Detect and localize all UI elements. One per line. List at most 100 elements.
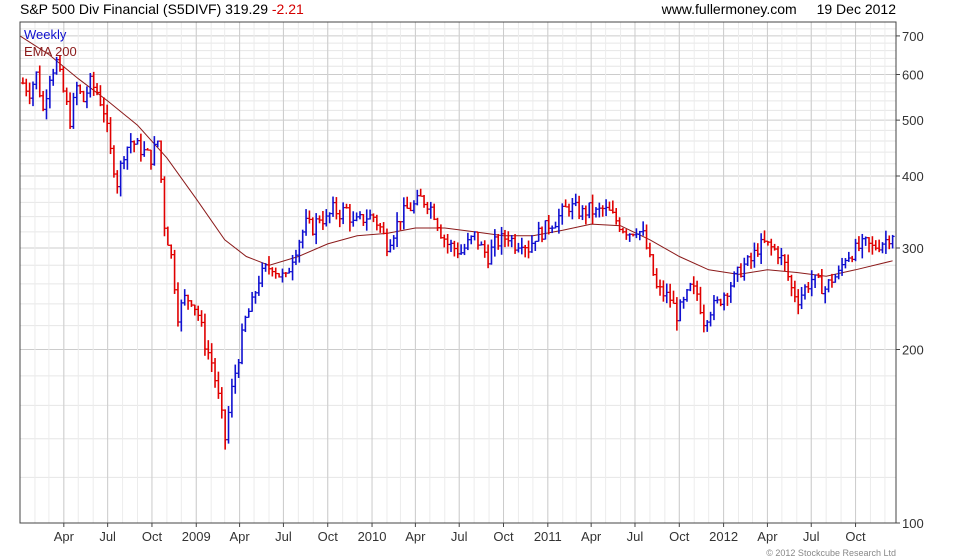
ohlc-bar [587,202,592,219]
x-tick-label: Oct [493,529,514,544]
ohlc-bar [91,71,96,96]
ohlc-bar [435,217,440,231]
ohlc-bar [573,193,578,207]
ohlc-bar [115,170,120,194]
ohlc-bar [779,247,784,266]
legend-weekly: Weekly [24,27,67,42]
ohlc-bar [789,274,794,297]
ohlc-bar [314,213,319,245]
ohlc-bar [843,258,848,269]
x-tick-label: Oct [669,529,690,544]
x-tick-label: Jul [803,529,820,544]
ohlc-bar [475,231,480,250]
x-tick-label: Jul [275,529,292,544]
ohlc-bar [78,84,83,94]
x-tick-label: Jul [451,529,468,544]
ohlc-bar [361,214,366,226]
ohlc-bar [169,244,174,259]
ohlc-bar [250,291,255,312]
ohlc-bar [196,305,201,321]
x-tick-label: 2009 [182,529,211,544]
x-tick-label: 2012 [709,529,738,544]
ohlc-bar [84,86,89,109]
ohlc-bar [752,242,757,268]
ohlc-bar [357,211,362,220]
ohlc-bar [698,286,703,315]
x-tick-label: Apr [229,529,250,544]
x-tick-label: Apr [54,529,75,544]
x-tick-label: Oct [845,529,866,544]
ohlc-bar [395,212,400,248]
x-tick-label: 2011 [534,529,562,544]
ohlc-bar [172,249,177,294]
x-tick-label: Apr [581,529,602,544]
y-tick-label: 700 [902,29,924,44]
ohlc-bar [432,203,437,221]
ohlc-bar [641,221,646,236]
ohlc-bar [105,104,110,133]
ohlc-bar [381,222,386,235]
ohlc-bar [691,276,696,295]
ohlc-bar [553,221,558,229]
ohlc-bar [61,66,66,93]
ohlc-bar [819,268,824,295]
ohlc-bar [580,205,585,221]
ohlc-bar [654,268,659,289]
ohlc-bar [31,81,36,107]
ohlc-bar [776,246,781,265]
ohlc-bar [111,145,116,178]
ohlc-bar [519,237,524,255]
ohlc-bar [533,240,538,251]
ohlc-bar [759,233,764,264]
y-tick-label: 200 [902,342,924,357]
ohlc-bar [24,78,29,97]
y-tick-label: 500 [902,113,924,128]
y-tick-label: 100 [902,516,924,531]
ohlc-bar [162,176,167,237]
ohlc-bar [246,308,251,318]
ohlc-bar [364,209,369,231]
ohlc-bar [256,275,261,296]
ohlc-bar [44,89,49,120]
ohlc-bar [860,233,865,259]
ohlc-bar [341,202,346,225]
ohlc-bar [664,283,669,304]
ohlc-bar [182,289,187,306]
ohlc-bar [219,387,224,419]
ohlc-bar [829,273,834,288]
ohlc-bar [223,409,228,450]
grid [20,22,896,524]
ohlc-bar [132,140,137,153]
ohlc-bar [233,364,238,394]
ohlc-bar [138,133,143,162]
ohlc-bar [320,211,325,230]
ohlc-bar [873,240,878,251]
ohlc-bar [398,220,403,231]
ohlc-bar [506,231,511,247]
ohlc-bar [567,203,572,217]
x-tick-label: Apr [405,529,426,544]
ohlc-bar [64,87,69,106]
ohlc-bar [833,274,838,283]
ohlc-bar [846,251,851,262]
ohlc-bar [415,189,420,206]
ohlc-bar [98,85,103,107]
x-tick-label: Apr [757,529,778,544]
ohlc-bar [671,290,676,305]
ohlc-bar [226,406,231,444]
y-tick-label: 600 [902,67,924,82]
ohlc-bar [728,281,733,303]
ohlc-bar [489,239,494,265]
ohlc-bar [711,295,716,321]
ohlc-bar [418,188,423,197]
ohlc-bar [543,219,548,240]
ohlc-bar [708,311,713,327]
ohlc-bar [229,378,234,418]
ohlc-bar [597,202,602,218]
ohlc-bar [213,358,218,388]
ohlc-bar [209,343,214,372]
y-tick-label: 400 [902,169,924,184]
ohlc-bar [442,234,447,248]
ohlc-bar [199,310,204,327]
plot-frame [19,21,897,524]
